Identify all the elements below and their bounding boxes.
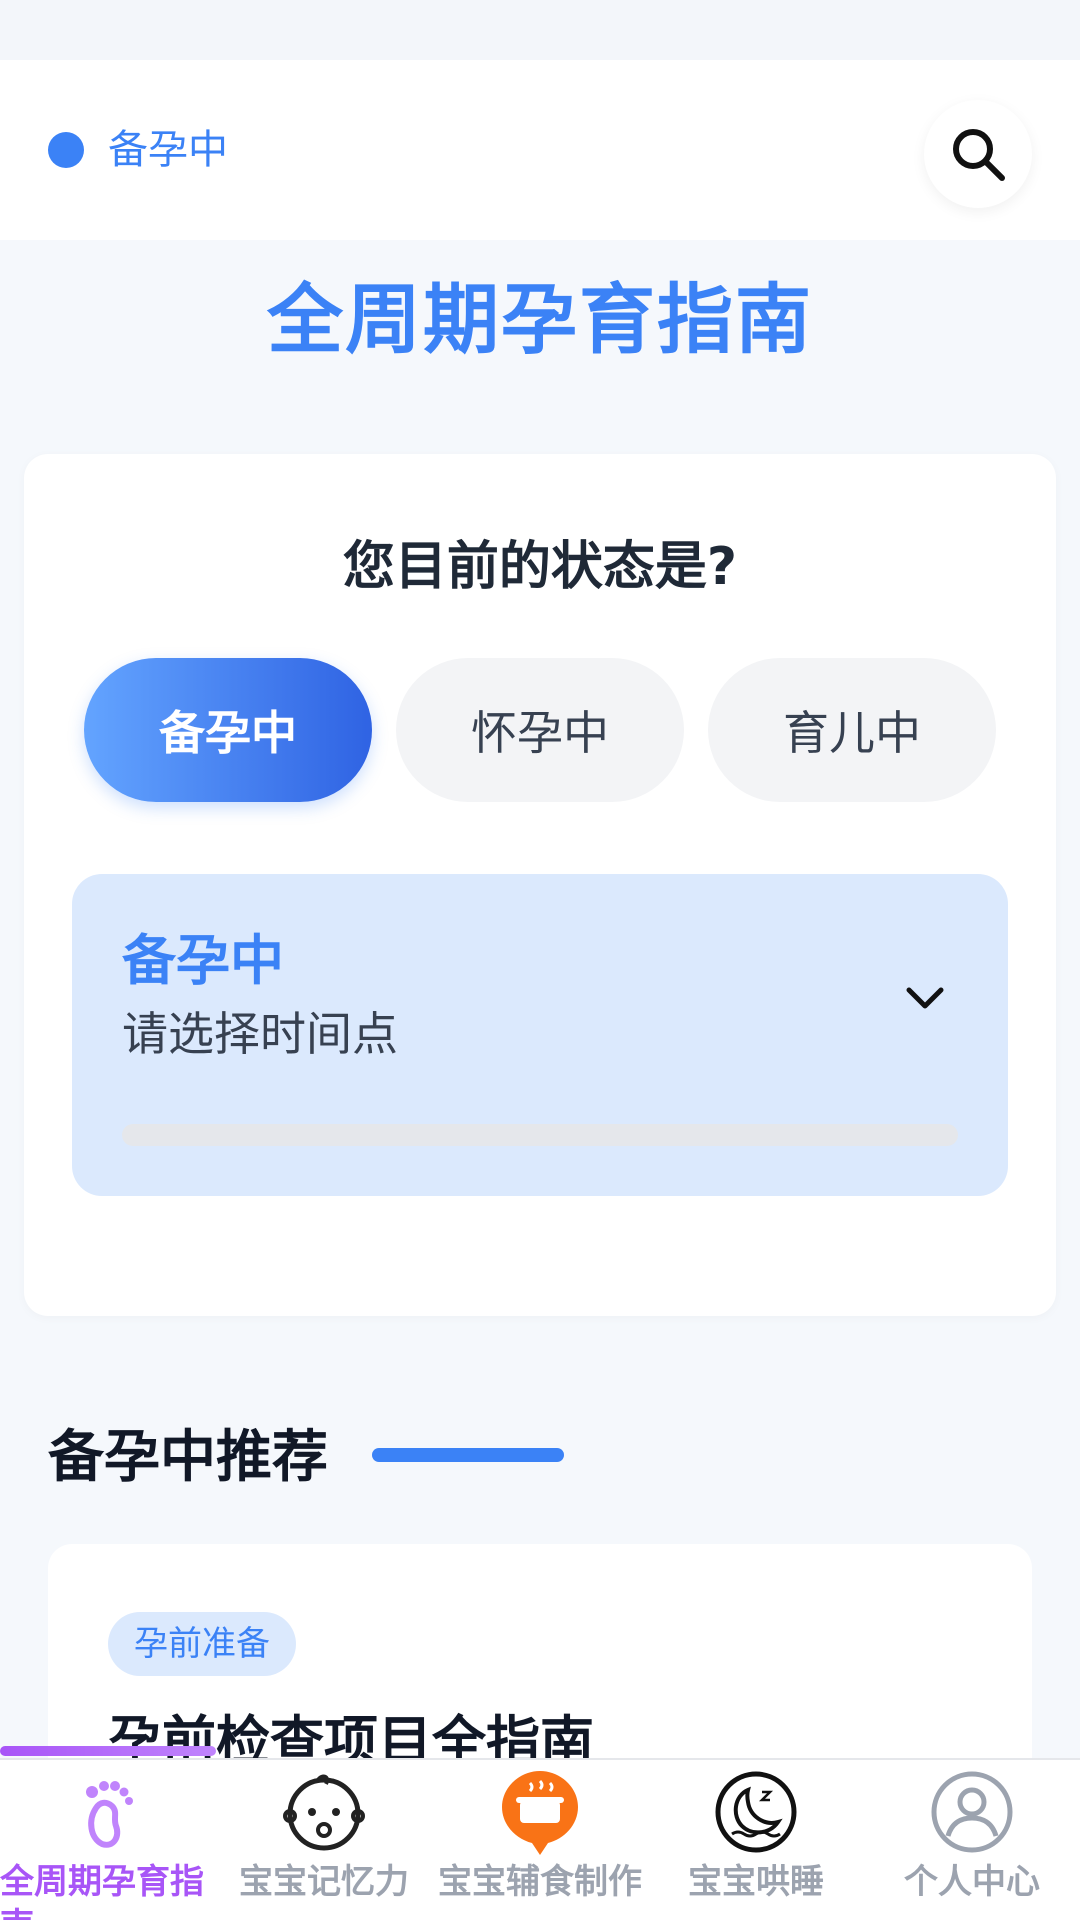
- nav-item-sleep[interactable]: 宝宝哄睡: [648, 1760, 864, 1920]
- progress-bar: [122, 1124, 958, 1146]
- nav-item-profile[interactable]: 个人中心: [864, 1760, 1080, 1920]
- nav-label: 宝宝哄睡: [688, 1862, 824, 1902]
- user-icon: [930, 1770, 1014, 1854]
- nav-label: 宝宝辅食制作: [438, 1862, 642, 1902]
- recommendation-title: 备孕中推荐: [48, 1425, 328, 1490]
- current-status-label: 备孕中: [108, 127, 228, 173]
- state-question: 您目前的状态是?: [342, 537, 738, 597]
- page-title: 全周期孕育指南: [267, 275, 813, 364]
- state-option-pregnant[interactable]: 怀孕中: [396, 658, 684, 802]
- title-underline: [372, 1448, 564, 1462]
- status-strip: [0, 0, 1080, 60]
- state-card: 您目前的状态是? 备孕中 怀孕中 育儿中 备孕中 请选择时间点: [24, 454, 1056, 1316]
- nav-label: 全周期孕育指南: [0, 1862, 204, 1920]
- cooking-pot-icon: [498, 1770, 582, 1855]
- search-button[interactable]: [924, 100, 1032, 208]
- nav-item-guide[interactable]: 全周期孕育指南: [0, 1760, 216, 1920]
- footprint-icon: [66, 1770, 150, 1854]
- time-panel-title: 备孕中: [122, 929, 284, 992]
- screen: 备孕中 全周期孕育指南 您目前的状态是? 备孕中 怀孕中 育儿中 备孕中 请选择…: [0, 0, 1080, 1920]
- nav-item-memory[interactable]: 宝宝记忆力: [216, 1760, 432, 1920]
- state-option-preparing[interactable]: 备孕中: [84, 658, 372, 802]
- article-tag: 孕前准备: [108, 1612, 296, 1676]
- bottom-nav: 全周期孕育指南 宝宝记忆力: [0, 1746, 1080, 1920]
- baby-face-icon: [282, 1770, 366, 1854]
- chevron-down-icon[interactable]: [900, 974, 950, 1024]
- nav-label: 宝宝记忆力: [239, 1862, 409, 1902]
- state-option-parenting[interactable]: 育儿中: [708, 658, 996, 802]
- header: 备孕中: [0, 60, 1080, 240]
- moon-sleep-icon: [714, 1770, 798, 1854]
- time-point-selector[interactable]: 备孕中 请选择时间点: [72, 874, 1008, 1196]
- search-icon: [953, 129, 1005, 181]
- nav-active-indicator: [0, 1746, 216, 1756]
- time-panel-subtitle: 请选择时间点: [122, 1007, 398, 1061]
- nav-label: 个人中心: [904, 1862, 1040, 1902]
- status-dot: [48, 132, 84, 168]
- nav-item-food[interactable]: 宝宝辅食制作: [432, 1760, 648, 1920]
